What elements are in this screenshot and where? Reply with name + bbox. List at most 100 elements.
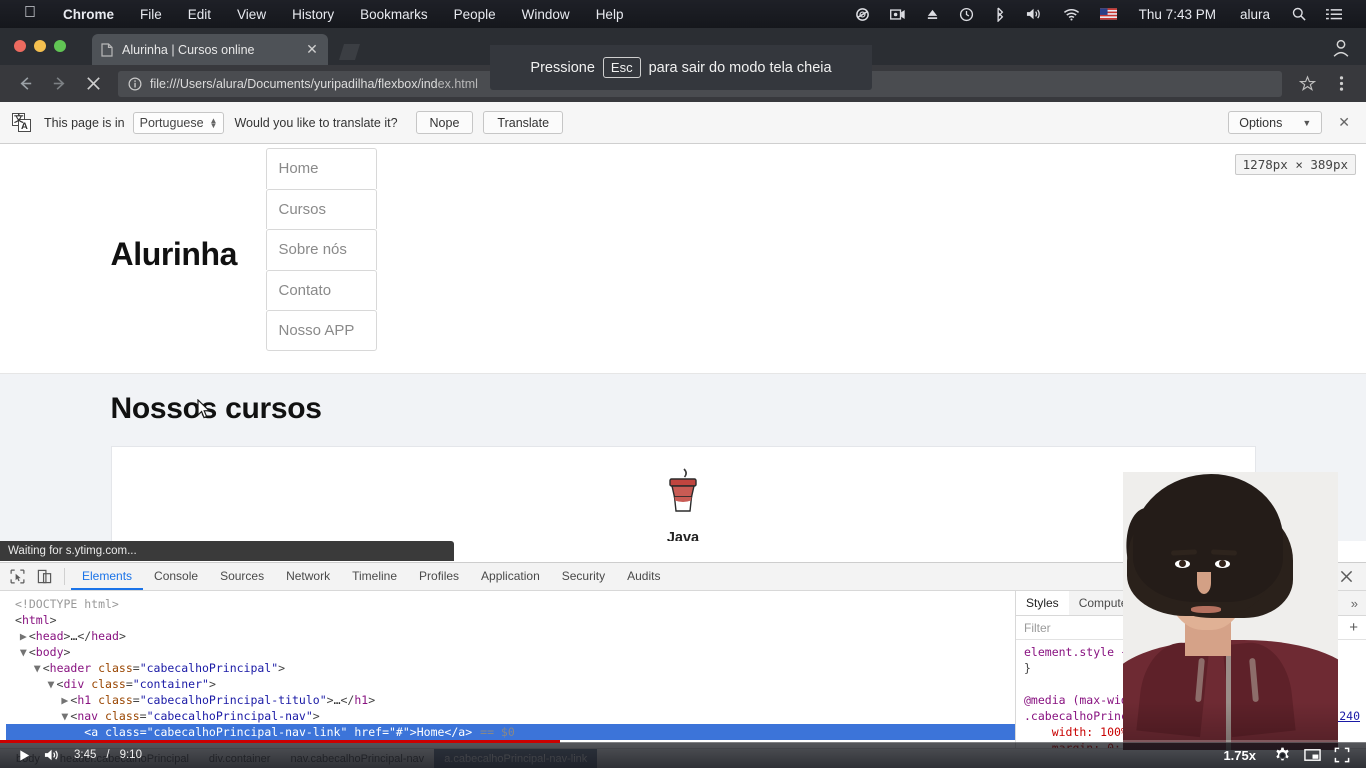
- dom-node[interactable]: <!DOCTYPE html>: [6, 596, 1015, 612]
- webcam-person-nose: [1197, 572, 1211, 594]
- menu-bar-user[interactable]: alura: [1228, 7, 1282, 22]
- eject-icon[interactable]: [916, 0, 949, 28]
- back-arrow-icon[interactable]: [8, 69, 42, 99]
- apple-logo-icon[interactable]: : [10, 5, 50, 21]
- nav-link-contato[interactable]: Contato: [265, 269, 377, 310]
- nav-link-nosso-app[interactable]: Nosso APP: [265, 310, 377, 351]
- video-speed-button[interactable]: 1.75x: [1213, 748, 1266, 763]
- menu-item-chrome[interactable]: Chrome: [50, 7, 127, 22]
- page-info-icon[interactable]: [128, 77, 142, 91]
- translate-close-icon[interactable]: ✕: [1332, 114, 1356, 131]
- minimize-window-button[interactable]: [34, 40, 46, 52]
- menu-item-edit[interactable]: Edit: [175, 7, 224, 22]
- wifi-icon[interactable]: [1053, 0, 1090, 28]
- devtools-tab-console[interactable]: Console: [143, 563, 209, 590]
- fullscreen-icon[interactable]: [1328, 742, 1356, 768]
- nav-link-home[interactable]: Home: [265, 148, 377, 189]
- fullscreen-exit-notice: Pressione Esc para sair do modo tela che…: [490, 45, 872, 90]
- gear-icon[interactable]: [1268, 742, 1296, 768]
- forward-arrow-icon[interactable]: [42, 69, 76, 99]
- spotlight-search-icon[interactable]: [1282, 0, 1316, 28]
- dom-node[interactable]: ▶ <head>…</head>: [6, 628, 1015, 644]
- translate-nope-button[interactable]: Nope: [415, 111, 474, 134]
- menu-item-people[interactable]: People: [441, 7, 509, 22]
- devtools-tab-network[interactable]: Network: [275, 563, 341, 590]
- menu-item-window[interactable]: Window: [509, 7, 583, 22]
- devtools-tab-elements[interactable]: Elements: [71, 563, 144, 590]
- browser-status-bubble: Waiting for s.ytimg.com...: [0, 541, 454, 561]
- translate-message: This page is in: [44, 115, 125, 130]
- miniplayer-icon[interactable]: [1298, 742, 1326, 768]
- close-window-button[interactable]: [14, 40, 26, 52]
- new-tab-button[interactable]: [336, 42, 362, 62]
- site-header: Alurinha Home Cursos Sobre nós Contato N…: [0, 144, 1366, 374]
- menu-item-help[interactable]: Help: [583, 7, 637, 22]
- chevron-double-right-icon[interactable]: »: [1343, 591, 1366, 615]
- tab-close-icon[interactable]: ✕: [304, 41, 320, 58]
- menu-item-bookmarks[interactable]: Bookmarks: [347, 7, 441, 22]
- menu-item-history[interactable]: History: [279, 7, 347, 22]
- fullscreen-notice-suffix: para sair do modo tela cheia: [648, 59, 832, 76]
- menu-item-file[interactable]: File: [127, 7, 175, 22]
- menu-bar-clock[interactable]: Thu 7:43 PM: [1127, 7, 1228, 22]
- address-bar-url: file:///Users/alura/Documents/yuripadilh…: [150, 77, 478, 91]
- styles-filter-input[interactable]: Filter: [1024, 621, 1051, 635]
- devtools-tab-application[interactable]: Application: [470, 563, 551, 590]
- address-bar-url-dim: ex.html: [437, 76, 478, 91]
- window-traffic-lights: [14, 40, 66, 52]
- browser-tab-title: Alurinha | Cursos online: [122, 42, 255, 57]
- bluetooth-icon[interactable]: [984, 0, 1016, 28]
- maximize-window-button[interactable]: [54, 40, 66, 52]
- plus-icon[interactable]: +: [1349, 619, 1358, 636]
- device-toolbar-icon[interactable]: [31, 564, 58, 590]
- volume-icon[interactable]: [1016, 0, 1053, 28]
- inspect-element-icon[interactable]: [4, 564, 31, 590]
- webcam-person-mouth: [1191, 606, 1221, 613]
- browser-tab[interactable]: Alurinha | Cursos online ✕: [92, 34, 328, 65]
- page-favicon-icon: [100, 42, 114, 57]
- styles-tab-styles[interactable]: Styles: [1016, 591, 1069, 615]
- profile-avatar-icon[interactable]: [1324, 34, 1358, 62]
- screen-recorder-icon[interactable]: [880, 0, 916, 28]
- menu-item-view[interactable]: View: [224, 7, 279, 22]
- devtools-tab-sources[interactable]: Sources: [209, 563, 275, 590]
- video-player-controls: 3:45 / 9:10 1.75x: [0, 740, 1366, 768]
- dropbox-icon[interactable]: [845, 0, 880, 28]
- devtools-tab-security[interactable]: Security: [551, 563, 616, 590]
- macos-menu-bar:  Chrome File Edit View History Bookmark…: [0, 0, 1366, 28]
- mouse-pointer-icon: [197, 398, 211, 424]
- dom-node[interactable]: ▼ <div class="container">: [6, 676, 1015, 692]
- dom-node[interactable]: ▶ <h1 class="cabecalhoPrincipal-titulo">……: [6, 692, 1015, 708]
- time-machine-icon[interactable]: [949, 0, 984, 28]
- course-card[interactable]: Java: [633, 461, 733, 541]
- translate-options-button[interactable]: Options ▼: [1228, 111, 1323, 134]
- translate-accept-button[interactable]: Translate: [483, 111, 564, 134]
- play-icon[interactable]: [10, 742, 38, 768]
- video-current-time: 3:45: [74, 749, 97, 761]
- video-controls-right: 1.75x: [1213, 742, 1356, 768]
- translate-language-select[interactable]: Portuguese ▲ ▼: [132, 111, 225, 134]
- volume-icon[interactable]: [38, 742, 66, 768]
- webcam-person-pupil-left: [1179, 560, 1186, 567]
- dom-node-selected[interactable]: <a class="cabecalhoPrincipal-nav-link" h…: [6, 724, 1015, 740]
- courses-heading: Nossos cursos: [110, 392, 322, 425]
- dom-node[interactable]: ▼ <header class="cabecalhoPrincipal">: [6, 660, 1015, 676]
- dom-node[interactable]: ▼ <nav class="cabecalhoPrincipal-nav">: [6, 708, 1015, 724]
- nav-link-cursos[interactable]: Cursos: [265, 188, 377, 229]
- fullscreen-notice-prefix: Pressione: [530, 59, 595, 76]
- chrome-menu-icon[interactable]: [1324, 69, 1358, 99]
- stop-loading-icon[interactable]: [76, 69, 110, 99]
- resize-dimensions-badge: 1278px × 389px: [1234, 154, 1356, 175]
- devtools-tab-profiles[interactable]: Profiles: [408, 563, 470, 590]
- input-flag-icon[interactable]: [1090, 0, 1127, 28]
- star-icon[interactable]: [1290, 69, 1324, 99]
- video-progress-bar[interactable]: [0, 740, 1366, 743]
- devtools-tab-timeline[interactable]: Timeline: [341, 563, 408, 590]
- notification-center-icon[interactable]: [1316, 0, 1352, 28]
- devtools-tab-audits[interactable]: Audits: [616, 563, 671, 590]
- chevron-updown-icon: ▲ ▼: [209, 115, 218, 130]
- dom-node[interactable]: <html>: [6, 612, 1015, 628]
- translate-options-label: Options: [1239, 115, 1283, 130]
- nav-link-sobre-nos[interactable]: Sobre nós: [265, 229, 377, 270]
- dom-node[interactable]: ▼ <body>: [6, 644, 1015, 660]
